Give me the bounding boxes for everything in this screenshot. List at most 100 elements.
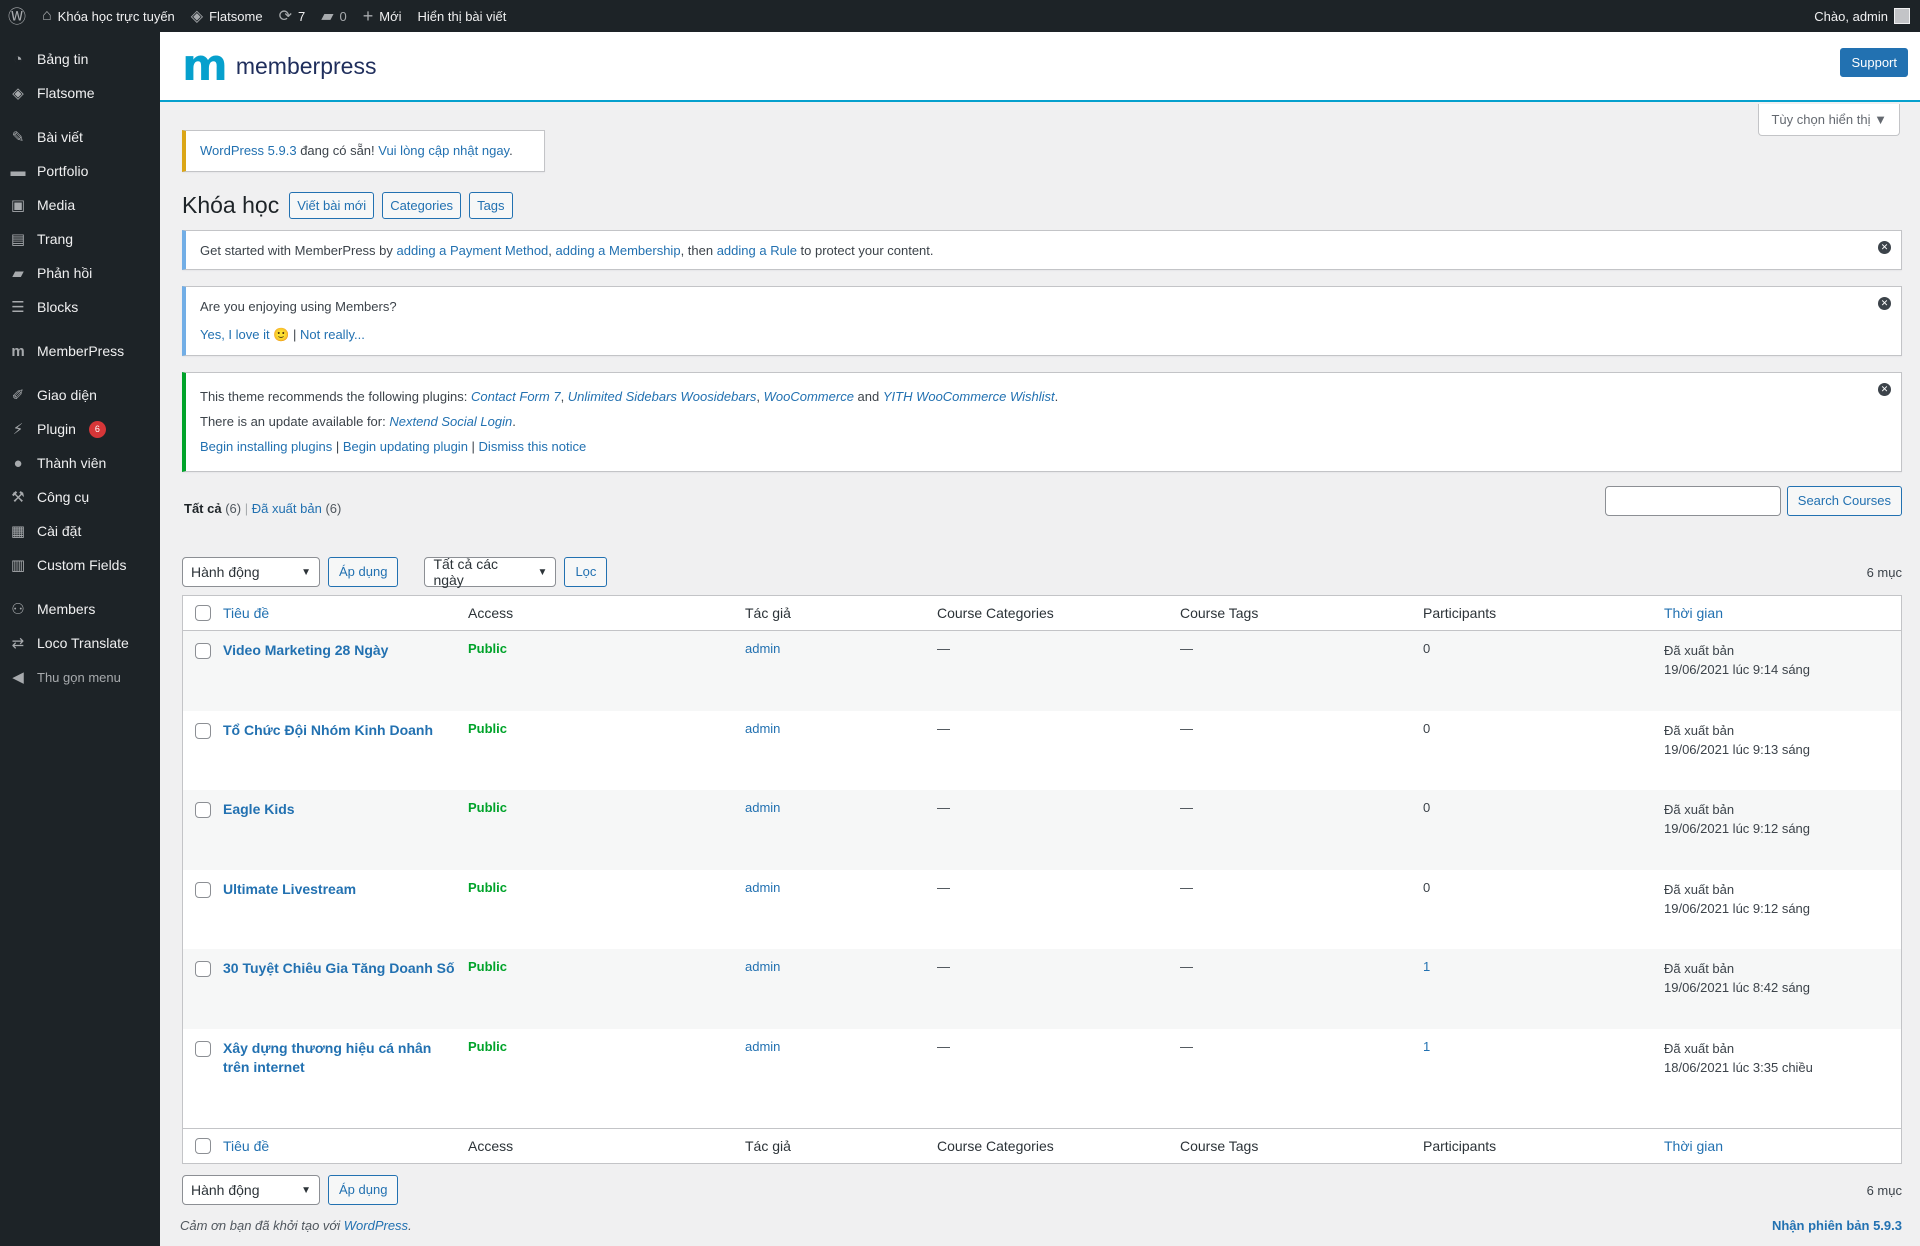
sidebar-item-memberpress[interactable]: m MemberPress bbox=[0, 334, 160, 368]
author-link[interactable]: admin bbox=[745, 1039, 780, 1054]
avatar bbox=[1894, 8, 1910, 24]
comment-icon: ▰ bbox=[12, 265, 24, 282]
chevron-down-icon: ▼ bbox=[537, 566, 548, 578]
woocommerce-link[interactable]: WooCommerce bbox=[764, 389, 854, 404]
sidebar-item-plugins[interactable]: ⚡ Plugin 6 bbox=[0, 412, 160, 446]
sidebar-item-loco-translate[interactable]: ⇄ Loco Translate bbox=[0, 626, 160, 660]
sidebar-item-label: Members bbox=[37, 601, 96, 617]
course-title-link[interactable]: Tổ Chức Đội Nhóm Kinh Doanh bbox=[223, 722, 433, 738]
close-icon[interactable]: ✕ bbox=[1878, 241, 1891, 254]
sidebar-item-members[interactable]: ⚇ Members bbox=[0, 592, 160, 626]
filter-button[interactable]: Lọc bbox=[564, 557, 608, 587]
update-now-link[interactable]: Vui lòng cập nhật ngay bbox=[378, 143, 509, 158]
sidebar-item-blocks[interactable]: ☰ Blocks bbox=[0, 290, 160, 324]
author-link[interactable]: admin bbox=[745, 641, 780, 656]
sidebar-item-flatsome[interactable]: ◈ Flatsome bbox=[0, 76, 160, 110]
column-title[interactable]: Tiêu đề bbox=[223, 605, 468, 621]
table-row: Tổ Chức Đội Nhóm Kinh Doanh Public admin… bbox=[183, 711, 1901, 791]
updates-link[interactable]: ⟳ 7 bbox=[271, 0, 314, 32]
participants-link[interactable]: 1 bbox=[1423, 959, 1430, 974]
author-link[interactable]: admin bbox=[745, 800, 780, 815]
new-content-link[interactable]: + Mới bbox=[355, 0, 410, 32]
apply-button[interactable]: Áp dụng bbox=[328, 1175, 399, 1205]
sidebar-item-media[interactable]: ▣ Media bbox=[0, 188, 160, 222]
row-checkbox[interactable] bbox=[195, 722, 211, 739]
select-all-checkbox[interactable] bbox=[195, 605, 211, 621]
comments-link[interactable]: ▰ 0 bbox=[313, 0, 355, 32]
support-button[interactable]: Support bbox=[1840, 48, 1908, 77]
sidebar-item-users[interactable]: ● Thành viên bbox=[0, 446, 160, 480]
categories-button[interactable]: Categories bbox=[382, 192, 462, 219]
course-title-link[interactable]: 30 Tuyệt Chiêu Gia Tăng Doanh Số bbox=[223, 960, 455, 976]
course-title-link[interactable]: Video Marketing 28 Ngày bbox=[223, 642, 388, 658]
access-value: Public bbox=[468, 879, 508, 895]
not-really-link[interactable]: Not really... bbox=[300, 327, 365, 342]
select-all-checkbox[interactable] bbox=[195, 1137, 211, 1154]
post-status: Đã xuất bản bbox=[1664, 643, 1735, 658]
apply-button[interactable]: Áp dụng bbox=[328, 557, 399, 587]
sidebar-item-posts[interactable]: ✎ Bài viết bbox=[0, 120, 160, 154]
row-checkbox[interactable] bbox=[195, 961, 211, 977]
filter-published-link[interactable]: Đã xuất bản bbox=[252, 501, 322, 516]
column-date[interactable]: Thời gian bbox=[1664, 605, 1901, 621]
sidebar-item-comments[interactable]: ▰ Phản hồi bbox=[0, 256, 160, 290]
row-checkbox[interactable] bbox=[195, 643, 211, 659]
sidebar-item-custom-fields[interactable]: ▥ Custom Fields bbox=[0, 548, 160, 582]
theme-link[interactable]: ◈ Flatsome bbox=[183, 0, 271, 32]
course-title-link[interactable]: Eagle Kids bbox=[223, 801, 295, 817]
row-checkbox[interactable] bbox=[195, 1040, 211, 1057]
sidebar-item-settings[interactable]: ▦ Cài đặt bbox=[0, 514, 160, 548]
pin-icon: ✎ bbox=[11, 129, 25, 146]
sidebar-item-dashboard[interactable]: ◔ Bảng tin bbox=[0, 42, 160, 76]
begin-installing-link[interactable]: Begin installing plugins bbox=[200, 439, 332, 454]
course-title-link[interactable]: Xây dựng thương hiệu cá nhân trên intern… bbox=[223, 1040, 431, 1075]
collapse-menu-button[interactable]: ◀ Thu gọn menu bbox=[0, 660, 160, 694]
woosidebars-link[interactable]: Unlimited Sidebars Woosidebars bbox=[568, 389, 757, 404]
add-new-button[interactable]: Viết bài mới bbox=[289, 192, 375, 219]
close-icon[interactable]: ✕ bbox=[1878, 297, 1891, 310]
bulk-action-select[interactable]: Hành động ▼ bbox=[182, 1175, 320, 1205]
author-link[interactable]: admin bbox=[745, 880, 780, 895]
rule-link[interactable]: adding a Rule bbox=[717, 243, 797, 258]
row-checkbox[interactable] bbox=[195, 802, 211, 818]
nextend-social-login-link[interactable]: Nextend Social Login bbox=[389, 414, 512, 429]
search-courses-button[interactable]: Search Courses bbox=[1786, 486, 1902, 516]
my-account-link[interactable]: Chào, admin bbox=[1806, 0, 1920, 32]
author-link[interactable]: admin bbox=[745, 959, 780, 974]
author-link[interactable]: admin bbox=[745, 721, 780, 736]
wordpress-link[interactable]: WordPress bbox=[344, 1218, 408, 1233]
comments-count: 0 bbox=[339, 8, 347, 24]
dismiss-notice-link[interactable]: Dismiss this notice bbox=[479, 439, 587, 454]
column-date[interactable]: Thời gian bbox=[1664, 1138, 1901, 1154]
course-title-link[interactable]: Ultimate Livestream bbox=[223, 881, 356, 897]
love-it-link[interactable]: Yes, I love it bbox=[200, 327, 270, 342]
bulk-action-select[interactable]: Hành động ▼ bbox=[182, 557, 320, 587]
separator: | bbox=[467, 439, 479, 454]
sidebar-item-pages[interactable]: ▤ Trang bbox=[0, 222, 160, 256]
wordpress-logo-button[interactable]: Ⓦ bbox=[0, 0, 34, 32]
date-filter-select[interactable]: Tất cả các ngày ▼ bbox=[424, 556, 557, 588]
row-checkbox[interactable] bbox=[195, 881, 211, 898]
wordpress-logo-icon: Ⓦ bbox=[8, 7, 26, 27]
search-input[interactable] bbox=[1604, 486, 1781, 516]
close-icon[interactable]: ✕ bbox=[1878, 383, 1891, 396]
get-version-link[interactable]: Nhận phiên bản 5.9.3 bbox=[1772, 1218, 1902, 1233]
membership-link[interactable]: adding a Membership bbox=[556, 243, 681, 258]
sidebar-item-portfolio[interactable]: ▬ Portfolio bbox=[0, 154, 160, 188]
sidebar-item-tools[interactable]: ⚒ Công cụ bbox=[0, 480, 160, 514]
sidebar-item-label: MemberPress bbox=[37, 343, 125, 359]
wordpress-version-link[interactable]: WordPress 5.9.3 bbox=[200, 143, 297, 158]
sidebar-item-appearance[interactable]: ✐ Giao diện bbox=[0, 378, 160, 412]
yith-wishlist-link[interactable]: YITH WooCommerce Wishlist bbox=[883, 389, 1055, 404]
contact-form-7-link[interactable]: Contact Form 7 bbox=[471, 389, 561, 404]
payment-method-link[interactable]: adding a Payment Method bbox=[397, 243, 549, 258]
view-posts-link[interactable]: Hiển thị bài viết bbox=[410, 0, 515, 32]
tags-button[interactable]: Tags bbox=[469, 192, 513, 219]
site-name-link[interactable]: ⌂ Khóa học trực tuyến bbox=[34, 0, 183, 32]
screen-options-button[interactable]: Tùy chọn hiển thị ▼ bbox=[1758, 104, 1900, 136]
begin-updating-link[interactable]: Begin updating plugin bbox=[343, 439, 468, 454]
filter-all-link[interactable]: Tất cả bbox=[184, 501, 222, 516]
update-nag-end: . bbox=[509, 143, 513, 158]
participants-link[interactable]: 1 bbox=[1423, 1039, 1430, 1054]
column-title[interactable]: Tiêu đề bbox=[223, 1138, 468, 1154]
